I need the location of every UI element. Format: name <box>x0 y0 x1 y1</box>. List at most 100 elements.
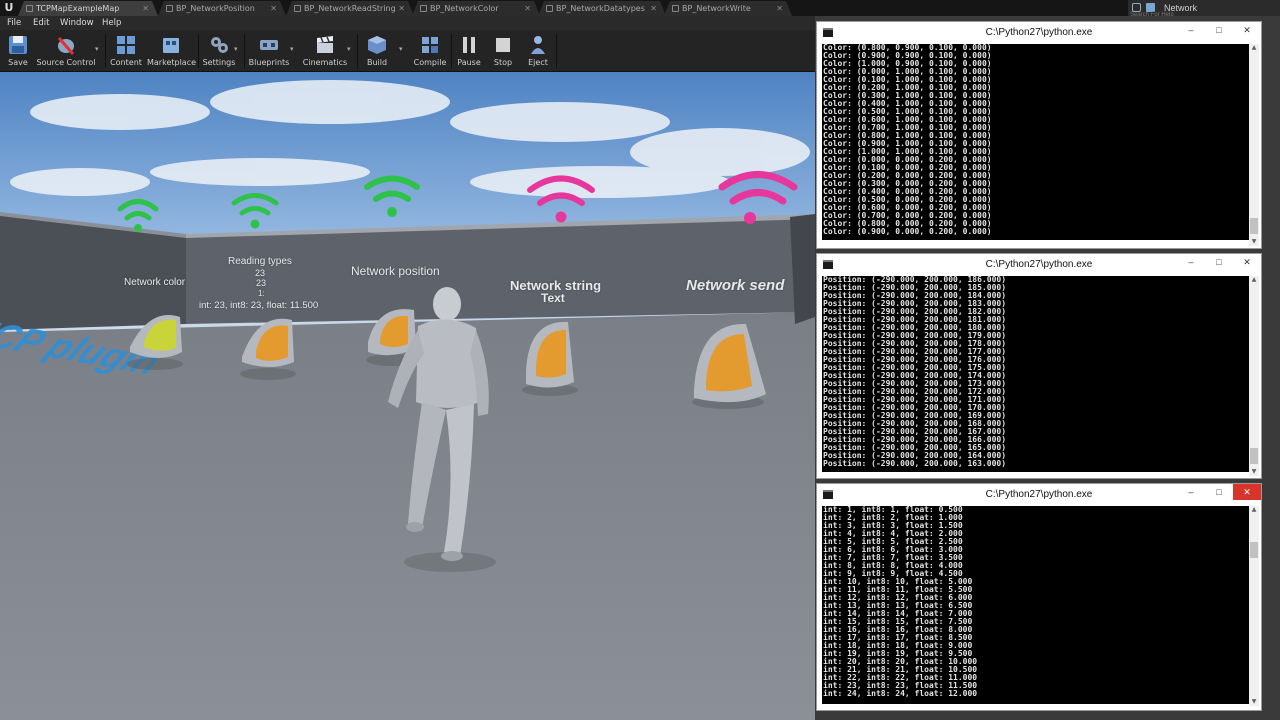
tab-label: BP_NetworkDatatypes <box>556 4 645 13</box>
sign-reading-line-3: 1: <box>258 289 265 298</box>
build-button[interactable]: Build <box>362 32 392 72</box>
menu-edit[interactable]: Edit <box>33 16 49 30</box>
console-app-icon <box>823 28 833 37</box>
network-status-area: Network Search For Help <box>1128 0 1280 18</box>
menu-window[interactable]: Window <box>60 16 94 30</box>
cinematics-icon <box>317 36 333 53</box>
tab-label: BP_NetworkColor <box>430 4 499 13</box>
tab-bp-networkposition[interactable]: BP_NetworkPosition ✕ <box>158 1 286 16</box>
close-button[interactable]: ✕ <box>1233 22 1261 38</box>
cinematics-button[interactable]: Cinematics <box>300 32 350 72</box>
pause-button[interactable]: Pause <box>454 32 484 72</box>
toolbar-separator <box>451 34 452 68</box>
maximize-button[interactable]: □ <box>1205 22 1233 38</box>
tab-close-icon[interactable]: ✕ <box>142 1 149 16</box>
console-window-position[interactable]: C:\Python27\python.exe – □ ✕ Position: (… <box>816 253 1262 479</box>
sign-network-position: Network position <box>351 264 440 278</box>
toolbar-separator <box>105 34 106 68</box>
console-scrollbar[interactable]: ▲ ▼ <box>1249 506 1259 706</box>
marketplace-button[interactable]: Marketplace <box>147 32 196 72</box>
sign-network-color: Network color <box>124 277 186 288</box>
source-control-icon <box>57 37 75 55</box>
tab-tcpmapexamplemap[interactable]: TCPMapExampleMap ✕ <box>18 1 158 16</box>
tab-label: BP_NetworkReadString <box>304 4 396 13</box>
sign-network-send: Network send <box>686 277 785 294</box>
compile-button[interactable]: Compile <box>412 32 448 72</box>
scroll-up-icon[interactable]: ▲ <box>1249 276 1259 284</box>
tab-close-icon[interactable]: ✕ <box>270 1 277 16</box>
tab-label: BP_NetworkPosition <box>176 4 255 13</box>
sign-reading-summary: int: 23, int8: 23, float: 11.500 <box>199 300 319 311</box>
settings-icon <box>211 37 228 53</box>
tab-label: TCPMapExampleMap <box>36 4 120 13</box>
console-app-icon <box>823 260 833 269</box>
toolbar-separator <box>198 34 199 68</box>
eject-icon <box>531 36 545 54</box>
toolbar-separator <box>244 34 245 68</box>
menu-file[interactable]: File <box>7 16 21 30</box>
console-app-icon <box>823 490 833 499</box>
eject-button[interactable]: Eject <box>522 32 554 72</box>
maximize-button[interactable]: □ <box>1205 254 1233 270</box>
build-icon <box>368 36 386 54</box>
close-button[interactable]: ✕ <box>1233 484 1261 500</box>
maximize-button[interactable]: □ <box>1205 484 1233 500</box>
content-button[interactable]: Content <box>108 32 144 72</box>
scroll-up-icon[interactable]: ▲ <box>1249 506 1259 514</box>
console-window-color[interactable]: C:\Python27\python.exe – □ ✕ Color: (0.8… <box>816 21 1262 249</box>
scroll-up-icon[interactable]: ▲ <box>1249 44 1259 52</box>
tab-close-icon[interactable]: ✕ <box>524 1 531 16</box>
scrollbar-thumb[interactable] <box>1250 218 1258 234</box>
sign-network-string-text: Text <box>541 291 565 305</box>
minimize-button[interactable]: – <box>1177 22 1205 38</box>
scene-render: TCP plugin <box>0 72 815 720</box>
settings-button[interactable]: Settings <box>201 32 237 72</box>
blueprint-icon <box>672 5 679 12</box>
marketplace-icon <box>163 38 179 53</box>
blueprint-icon <box>420 5 427 12</box>
blueprints-dropdown-icon[interactable]: ▾ <box>290 44 297 54</box>
minimize-button[interactable]: – <box>1177 484 1205 500</box>
scroll-down-icon[interactable]: ▼ <box>1249 698 1259 706</box>
tab-close-icon[interactable]: ✕ <box>398 1 405 16</box>
toolbar-separator <box>357 34 358 68</box>
level-icon <box>26 5 33 12</box>
blueprint-icon <box>166 5 173 12</box>
scroll-down-icon[interactable]: ▼ <box>1249 238 1259 246</box>
console-window-datatypes[interactable]: C:\Python27\python.exe – □ ✕ int: 1, int… <box>816 483 1262 711</box>
console-output[interactable]: int: 1, int8: 1, float: 0.500 int: 2, int… <box>822 506 1249 704</box>
tab-bp-networkwrite[interactable]: BP_NetworkWrite ✕ <box>664 1 792 16</box>
scrollbar-thumb[interactable] <box>1250 448 1258 464</box>
scrollbar-thumb[interactable] <box>1250 542 1258 558</box>
console-scrollbar[interactable]: ▲ ▼ <box>1249 276 1259 476</box>
blueprints-icon <box>260 40 278 50</box>
build-dropdown-icon[interactable]: ▾ <box>399 44 406 54</box>
settings-dropdown-icon[interactable]: ▾ <box>234 44 241 54</box>
console-output[interactable]: Color: (0.800, 0.900, 0.100, 0.000) Color… <box>822 44 1249 240</box>
tab-close-icon[interactable]: ✕ <box>650 1 657 16</box>
sign-reading-line-1: 23 <box>255 268 266 278</box>
tab-label: BP_NetworkWrite <box>682 4 751 13</box>
tab-bp-networkreadstring[interactable]: BP_NetworkReadString ✕ <box>286 1 414 16</box>
blueprints-button[interactable]: Blueprints <box>248 32 290 72</box>
save-button[interactable]: Save <box>3 32 33 72</box>
tab-bp-networkcolor[interactable]: BP_NetworkColor ✕ <box>412 1 540 16</box>
source-control-dropdown-icon[interactable]: ▾ <box>95 44 102 54</box>
stop-icon <box>496 38 510 52</box>
scroll-down-icon[interactable]: ▼ <box>1249 468 1259 476</box>
close-button[interactable]: ✕ <box>1233 254 1261 270</box>
level-viewport[interactable]: TCP plugin Network color Reading types 2… <box>0 72 815 720</box>
source-control-button[interactable]: Source Control <box>36 32 96 72</box>
compile-icon <box>422 37 438 53</box>
unreal-logo-icon[interactable]: U <box>2 1 16 15</box>
blueprint-icon <box>546 5 553 12</box>
console-scrollbar[interactable]: ▲ ▼ <box>1249 44 1259 246</box>
tab-close-icon[interactable]: ✕ <box>776 1 783 16</box>
stop-button[interactable]: Stop <box>488 32 518 72</box>
console-line: Position: (-290.000, 200.000, 163.000) <box>823 459 1007 468</box>
menu-help[interactable]: Help <box>102 16 121 30</box>
console-output[interactable]: Position: (-290.000, 200.000, 186.000) Po… <box>822 276 1249 472</box>
cinematics-dropdown-icon[interactable]: ▾ <box>347 44 354 54</box>
minimize-button[interactable]: – <box>1177 254 1205 270</box>
tab-bp-networkdatatypes[interactable]: BP_NetworkDatatypes ✕ <box>538 1 666 16</box>
